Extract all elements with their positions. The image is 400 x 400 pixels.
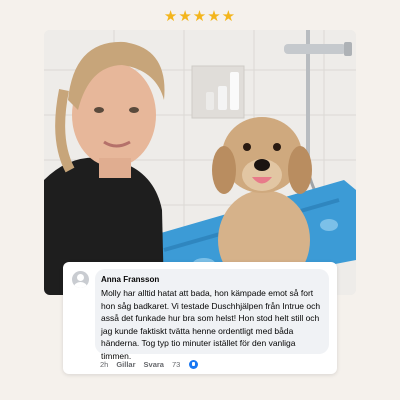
like-button[interactable]: Gillar (116, 360, 135, 369)
reaction-summary[interactable]: 73 (171, 359, 206, 369)
reaction-count: 73 (171, 359, 181, 369)
like-icon (189, 359, 199, 369)
comment-card: Anna Fransson Molly har alltid hatat att… (63, 262, 337, 374)
comment-timestamp[interactable]: 2h (100, 360, 108, 369)
avatar[interactable] (72, 271, 89, 288)
comment-bubble: Anna Fransson Molly har alltid hatat att… (95, 269, 329, 361)
reply-button[interactable]: Svara (144, 360, 164, 369)
comment-actions: 2h Gillar Svara 73 (100, 358, 214, 370)
review-photo (44, 30, 356, 295)
comment-author[interactable]: Anna Fransson (101, 274, 321, 286)
avatar-body-shape (74, 282, 87, 288)
avatar-head-shape (77, 274, 84, 281)
comment-text: Molly har alltid hatat att bada, hon käm… (101, 288, 321, 361)
star-rating: ★★★★★ (163, 8, 237, 25)
